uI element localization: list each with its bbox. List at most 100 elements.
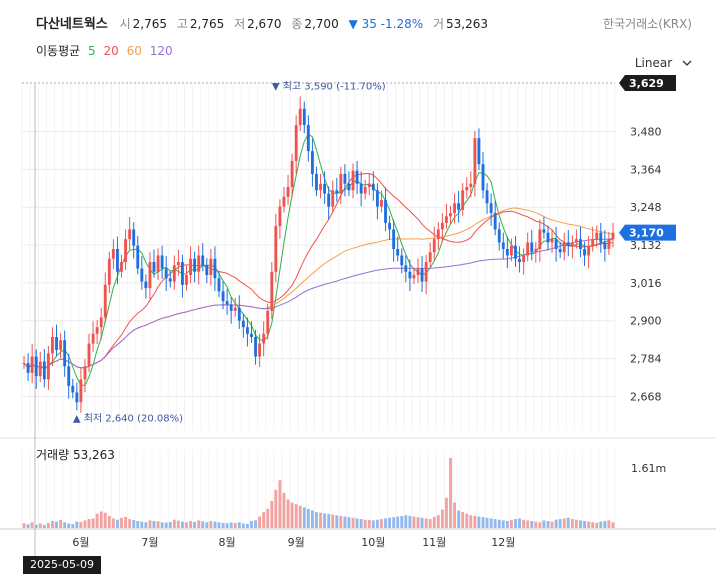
volume-bar: [140, 521, 144, 528]
volume-bar: [603, 521, 607, 528]
volume-bar: [457, 510, 461, 528]
volume-bar: [465, 513, 469, 528]
volume-bar: [400, 515, 404, 528]
candle: [510, 245, 513, 256]
price-chart[interactable]: 2,668 2,784 2,900 3,016 3,132 3,248 3,364 3,480…: [0, 0, 716, 574]
y-tick-label: 3,248: [630, 201, 662, 214]
volume-bar: [396, 516, 400, 528]
candle: [558, 248, 562, 253]
candle: [595, 232, 599, 240]
candle: [530, 242, 534, 253]
candle: [302, 108, 306, 126]
candle: [436, 229, 440, 240]
volume-bar: [445, 497, 448, 528]
volume-bar: [132, 520, 136, 528]
volume-panel-value: 53,263: [72, 448, 115, 462]
candle: [392, 229, 396, 249]
volume-bar: [339, 515, 343, 528]
candle: [290, 160, 294, 188]
volume-bar: [570, 519, 574, 528]
candle: [116, 248, 119, 272]
volume-bar: [274, 489, 278, 528]
volume-bar: [250, 521, 253, 528]
candle: [384, 200, 387, 223]
candle: [217, 278, 221, 292]
candle: [237, 307, 241, 321]
candle: [262, 333, 266, 344]
candle: [367, 183, 371, 188]
candle: [457, 203, 461, 210]
volume-bar: [420, 517, 424, 528]
volume-bar: [579, 520, 582, 528]
volume-bar: [59, 520, 63, 528]
volume-bar: [408, 515, 412, 528]
candle: [319, 183, 322, 191]
candle: [412, 275, 416, 279]
volume-bar: [225, 523, 229, 528]
volume-bar: [416, 517, 420, 528]
volume-bar: [237, 522, 241, 528]
candle: [375, 190, 379, 207]
x-tick-label: 6월: [72, 536, 89, 549]
volume-bar: [607, 520, 611, 528]
candle: [538, 229, 542, 249]
candle: [408, 271, 412, 279]
volume-bar: [384, 518, 387, 528]
candle: [59, 340, 63, 351]
volume-bar: [181, 521, 184, 528]
candle: [124, 239, 127, 263]
volume-bar: [42, 525, 46, 528]
volume-bar: [111, 518, 115, 528]
candle: [306, 125, 310, 152]
volume-bar: [566, 517, 570, 528]
candle: [469, 183, 473, 188]
x-tick-label: 7월: [141, 536, 158, 549]
volume-bar: [302, 507, 306, 528]
candle: [298, 108, 302, 126]
volume-bar: [160, 522, 164, 528]
candle: [607, 239, 611, 249]
candle: [266, 310, 270, 334]
volume-bar: [546, 521, 550, 528]
candle: [63, 340, 67, 367]
volume-bar: [254, 520, 257, 528]
volume-bar: [176, 520, 180, 528]
candle: [432, 239, 436, 253]
volume-bar: [189, 521, 192, 528]
candle: [514, 245, 517, 259]
candle: [172, 265, 176, 282]
candle: [258, 343, 262, 357]
volume-bar: [469, 515, 473, 528]
volume-bar: [233, 522, 237, 528]
volume-bar: [148, 520, 152, 528]
candle: [420, 268, 424, 282]
volume-bar: [453, 502, 456, 528]
volume-bar: [221, 522, 225, 528]
volume-bar: [412, 516, 416, 528]
volume-bar: [26, 524, 30, 528]
volume-axis-label: 1.61m: [631, 462, 666, 475]
volume-bar: [193, 521, 197, 528]
volume-bar: [489, 518, 493, 528]
volume-bar: [432, 516, 436, 528]
volume-bar: [562, 518, 566, 528]
x-tick-label: 8월: [219, 536, 236, 549]
volume-bar: [436, 515, 440, 528]
volume-bar: [310, 510, 314, 528]
volume-bar: [388, 517, 392, 528]
volume-bar: [404, 515, 408, 528]
volume-bar: [473, 515, 477, 528]
candle: [371, 183, 375, 191]
price-tag-label: 3,170: [629, 227, 664, 240]
volume-bar: [34, 524, 38, 528]
y-tick-label: 3,364: [630, 163, 662, 176]
candle: [396, 248, 400, 256]
candle: [160, 255, 164, 269]
candle: [51, 337, 54, 354]
volume-bar: [514, 519, 517, 528]
candle: [347, 183, 351, 191]
candle: [526, 242, 530, 256]
volume-bar: [355, 518, 359, 528]
volume-bar: [331, 514, 335, 528]
volume-bar: [449, 458, 452, 528]
